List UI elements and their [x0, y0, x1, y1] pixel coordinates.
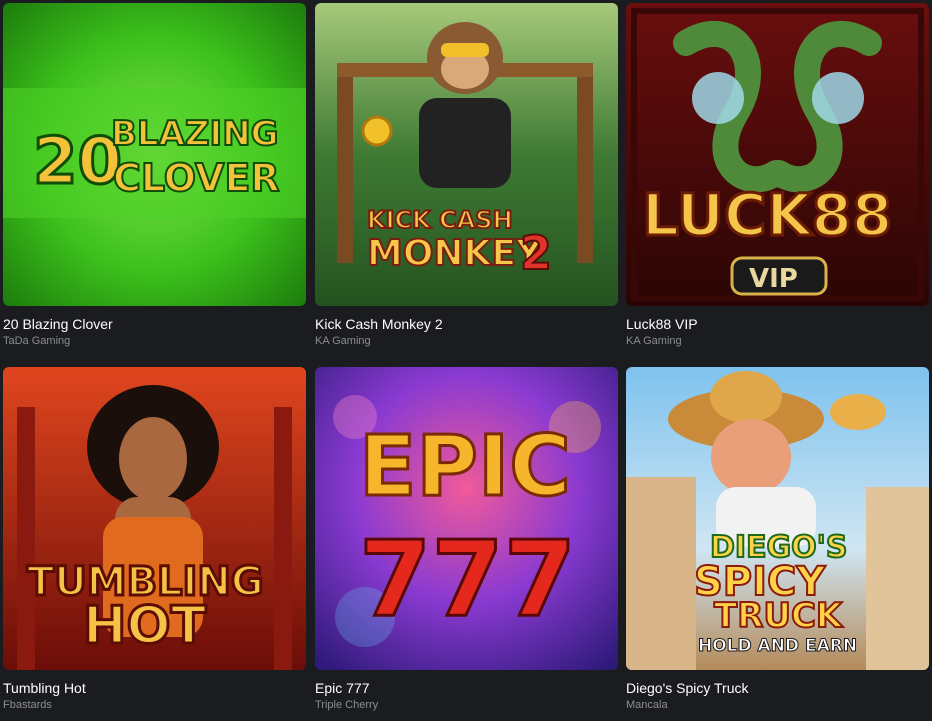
game-provider: TaDa Gaming — [3, 335, 71, 347]
game-provider: KA Gaming — [315, 335, 371, 347]
game-card[interactable]: LUCK88 VIP Luck88 VIP KA Gaming — [626, 3, 929, 348]
game-logo-text: KICK CASH — [367, 206, 513, 234]
game-logo-text: EPIC — [359, 417, 571, 515]
game-thumbnail[interactable]: LUCK88 VIP — [626, 3, 929, 306]
game-logo-text: BLAZING — [111, 114, 279, 154]
game-provider: KA Gaming — [626, 335, 682, 347]
game-thumbnail[interactable]: KICK CASH MONKEY 2 — [315, 3, 618, 306]
game-card[interactable]: KICK CASH MONKEY 2 Kick Cash Monkey 2 KA… — [315, 3, 618, 348]
game-card[interactable]: EPIC 777 Epic 777 Triple Cherry — [315, 367, 618, 712]
game-provider: Fbastards — [3, 699, 52, 711]
game-logo-text: HOLD AND EARN — [698, 636, 857, 656]
game-title[interactable]: Diego's Spicy Truck — [626, 680, 929, 697]
game-title[interactable]: Kick Cash Monkey 2 — [315, 316, 618, 333]
game-title[interactable]: Tumbling Hot — [3, 680, 306, 697]
game-logo-text: 20 — [33, 125, 122, 199]
game-thumbnail[interactable]: DIEGO'S SPICY TRUCK HOLD AND EARN — [626, 367, 929, 670]
game-logo-text: MONKEY — [367, 233, 543, 274]
game-logo-text: VIP — [749, 264, 798, 294]
game-card[interactable]: 20 BLAZING CLOVER 20 Blazing Clover TaDa… — [3, 3, 306, 348]
game-logo-text: LUCK88 — [642, 181, 892, 249]
game-grid: 20 BLAZING CLOVER 20 Blazing Clover TaDa… — [0, 0, 932, 721]
game-logo-text: HOT — [83, 596, 207, 656]
game-logo-text: 2 — [520, 226, 552, 280]
game-thumbnail[interactable]: TUMBLING HOT — [3, 367, 306, 670]
game-card[interactable]: DIEGO'S SPICY TRUCK HOLD AND EARN Diego'… — [626, 367, 929, 712]
game-thumbnail[interactable]: 20 BLAZING CLOVER — [3, 3, 306, 306]
game-card[interactable]: TUMBLING HOT Tumbling Hot Fbastards — [3, 367, 306, 712]
game-title[interactable]: Epic 777 — [315, 680, 618, 697]
game-logo-text: TRUCK — [714, 596, 844, 636]
game-logo-text: CLOVER — [113, 156, 280, 200]
game-thumbnail[interactable]: EPIC 777 — [315, 367, 618, 670]
game-provider: Triple Cherry — [315, 699, 379, 711]
game-logo-text: 777 — [359, 518, 576, 640]
game-title[interactable]: 20 Blazing Clover — [3, 316, 306, 333]
game-provider: Mancala — [626, 699, 668, 711]
game-title[interactable]: Luck88 VIP — [626, 316, 929, 333]
